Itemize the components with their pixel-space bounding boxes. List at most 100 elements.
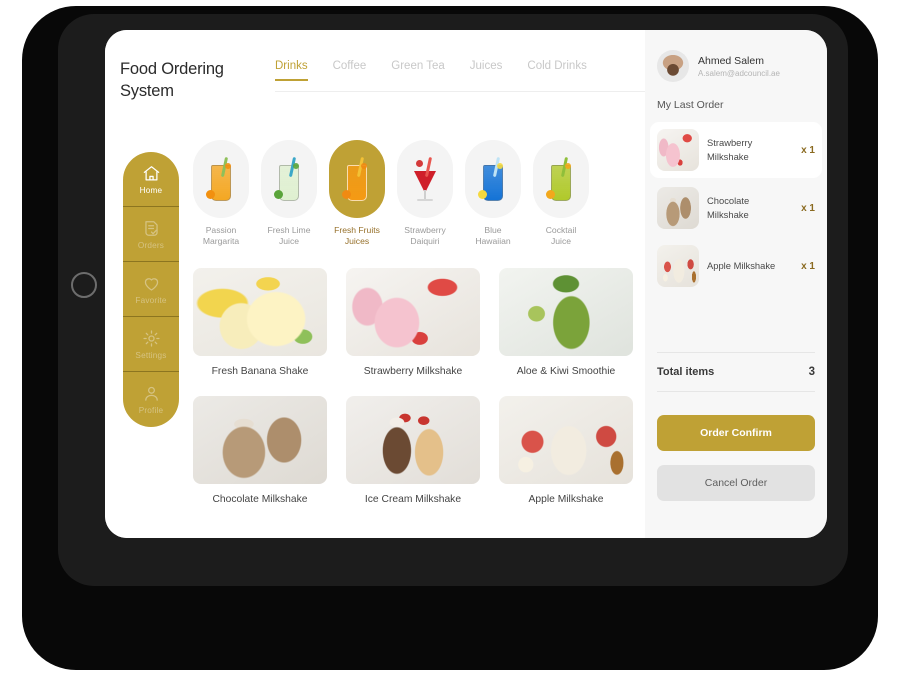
category-chip-passion[interactable]: Passion Margarita	[193, 140, 249, 248]
category-tabbar: Drinks Coffee Green Tea Juices Cold Drinks	[275, 60, 645, 92]
drink-category-carousel: Passion Margarita Fresh Lime Juice Fresh Fru…	[193, 140, 633, 248]
product-card[interactable]: Strawberry Milkshake	[346, 268, 480, 377]
category-chip-label: Fresh Lime Juice	[261, 225, 317, 248]
category-chip-label-line1: Blue	[484, 225, 502, 235]
tab-drinks[interactable]: Drinks	[275, 60, 308, 81]
drink-glyph	[412, 156, 438, 201]
sidebar-item-settings[interactable]: Settings	[123, 317, 179, 372]
tablet-home-button[interactable]	[71, 272, 97, 298]
total-items-value: 3	[808, 366, 815, 378]
heart-icon	[142, 274, 161, 293]
sidebar-item-label: Home	[139, 185, 163, 195]
home-icon	[142, 164, 161, 183]
order-list-item[interactable]: Apple Milkshake x 1	[650, 238, 822, 294]
sidebar-item-profile[interactable]: Profile	[123, 372, 179, 427]
orange-juice-glass	[329, 140, 385, 218]
order-side-panel: Ahmed Salem A.salem@adcouncil.ae My Last…	[645, 30, 827, 538]
order-item-name: Strawberry Milkshake	[707, 137, 753, 162]
product-image	[346, 268, 480, 356]
blue-drink-glass	[465, 140, 521, 218]
tabbar-divider	[275, 91, 645, 92]
category-chip-label: Passion Margarita	[193, 225, 249, 248]
last-order-list: Strawberry Milkshake x 1 Chocolate Milksha…	[650, 122, 822, 296]
user-text-block: Ahmed Salem A.salem@adcouncil.ae	[698, 55, 780, 78]
category-chip-label: Blue Hawaiian	[465, 225, 521, 248]
product-name: Aloe & Kiwi Smoothie	[516, 366, 616, 377]
category-chip-strawberry[interactable]: Strawberry Daiquiri	[397, 140, 453, 248]
drink-glyph	[478, 156, 506, 201]
drink-glyph	[546, 156, 574, 201]
order-item-quantity: x 1	[801, 202, 815, 214]
category-chip-label-line1: Fresh Lime	[267, 225, 311, 235]
product-card[interactable]: Chocolate Milkshake	[193, 396, 327, 505]
category-chip-label-line1: Fresh Fruits	[334, 225, 380, 235]
product-card[interactable]: Aloe & Kiwi Smoothie	[499, 268, 633, 377]
drink-glyph	[274, 156, 302, 201]
sidebar-item-orders[interactable]: Orders	[123, 207, 179, 262]
product-card[interactable]: Ice Cream Milkshake	[346, 396, 480, 505]
tab-juices[interactable]: Juices	[470, 60, 503, 81]
person-icon	[142, 384, 161, 403]
product-image	[346, 396, 480, 484]
page-title-line1: Food Ordering	[120, 60, 224, 78]
product-image	[499, 268, 633, 356]
sidebar-item-label: Profile	[138, 406, 164, 415]
product-image	[193, 396, 327, 484]
order-item-quantity: x 1	[801, 260, 815, 272]
order-item-name: Chocolate Milkshake	[707, 195, 750, 220]
order-confirm-button[interactable]: Order Confirm	[657, 415, 815, 451]
sidebar-item-favorite[interactable]: Favorite	[123, 262, 179, 317]
order-item-name: Apple Milkshake	[707, 260, 776, 272]
category-chip-label-line2: Juice	[278, 236, 300, 247]
drink-glyph	[342, 156, 370, 201]
product-name: Fresh Banana Shake	[211, 366, 309, 377]
page-title-line2: System	[120, 82, 174, 101]
user-profile-row[interactable]: Ahmed Salem A.salem@adcouncil.ae	[657, 50, 780, 82]
total-items-label: Total items	[657, 366, 715, 378]
category-chip-label-line1: Strawberry	[404, 225, 446, 235]
tablet-scene: Food Ordering System Drinks Coffee Green T…	[0, 0, 900, 688]
category-chip-cocktail[interactable]: Cocktail Juice	[533, 140, 589, 248]
product-card[interactable]: Fresh Banana Shake	[193, 268, 327, 377]
product-card[interactable]: Apple Milkshake	[499, 396, 633, 505]
category-chip-fresh-fruits[interactable]: Fresh Fruits Juices	[329, 140, 385, 248]
category-chip-fresh-lime[interactable]: Fresh Lime Juice	[261, 140, 317, 248]
app-screen: Food Ordering System Drinks Coffee Green T…	[105, 30, 827, 538]
tab-green-tea[interactable]: Green Tea	[391, 60, 445, 81]
order-item-thumbnail	[657, 187, 699, 229]
product-name: Ice Cream Milkshake	[364, 494, 462, 505]
product-name: Strawberry Milkshake	[363, 366, 463, 377]
category-chip-label-line1: Cocktail	[545, 225, 577, 235]
sidebar-nav: Home Orders Favorite Settings Profile	[123, 152, 179, 427]
orange-cocktail-glass	[193, 140, 249, 218]
product-grid: Fresh Banana Shake Strawberry Milkshake Al…	[193, 268, 633, 505]
avatar	[657, 50, 689, 82]
tab-cold-drinks[interactable]: Cold Drinks	[527, 60, 586, 81]
product-image	[499, 396, 633, 484]
tab-coffee[interactable]: Coffee	[333, 60, 367, 81]
green-cocktail-glass	[533, 140, 589, 218]
category-chip-label: Cocktail Juice	[533, 225, 589, 248]
sidebar-item-label: Orders	[137, 240, 165, 250]
main-content-area: Food Ordering System Drinks Coffee Green T…	[105, 30, 645, 538]
drink-glyph	[206, 156, 234, 201]
cancel-order-button[interactable]: Cancel Order	[657, 465, 815, 501]
gear-icon	[142, 329, 161, 348]
sidebar-item-home[interactable]: Home	[123, 152, 179, 207]
mojito-glass	[261, 140, 317, 218]
sidebar-item-label: Settings	[135, 350, 167, 360]
sidebar-item-label: Favorite	[135, 295, 167, 305]
category-chip-label-line2: Daiquiri	[410, 236, 440, 247]
product-name: Chocolate Milkshake	[212, 494, 308, 505]
order-item-quantity: x 1	[801, 144, 815, 156]
category-chip-label-line2: Juice	[550, 236, 572, 247]
category-chip-label-line2: Hawaiian	[475, 236, 511, 247]
user-email: A.salem@adcouncil.ae	[698, 68, 780, 78]
total-items-row: Total items 3	[657, 352, 815, 392]
product-name: Apple Milkshake	[528, 494, 604, 505]
order-list-item[interactable]: Strawberry Milkshake x 1	[650, 122, 822, 178]
order-list-item[interactable]: Chocolate Milkshake x 1	[650, 180, 822, 236]
category-chip-blue[interactable]: Blue Hawaiian	[465, 140, 521, 248]
category-chip-label-line1: Passion	[205, 225, 237, 235]
category-chip-label-line2: Juices	[344, 236, 370, 247]
